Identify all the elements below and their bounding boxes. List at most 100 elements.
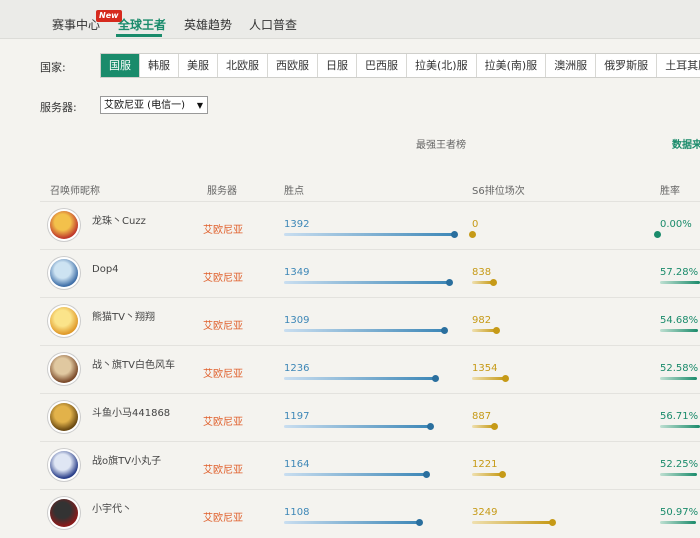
lp-bar-dot [446,279,453,286]
active-tab-indicator [116,34,162,37]
lp-value: 1108 [284,507,310,518]
games-bar-dot [490,279,497,286]
lp-bar-dot [427,423,434,430]
games-bar-dot [502,375,509,382]
player-name[interactable]: Dop4 [92,263,182,277]
country-tab-3[interactable]: 北欧服 [218,54,268,77]
country-tab-8[interactable]: 拉美(南)服 [477,54,547,77]
winrate-bar [660,281,700,284]
server-label: 服务器: [40,101,77,114]
lp-value: 1392 [284,219,310,230]
country-tab-9[interactable]: 澳洲服 [546,54,597,77]
table-row[interactable]: 战丶旗TV白色风车艾欧尼亚 1236 1354 52.58% [40,345,700,394]
lp-bar-dot [432,375,439,382]
games-bar-dot [499,471,506,478]
server-select[interactable]: 艾欧尼亚 (电信一) ▼ [100,96,208,114]
player-server: 艾欧尼亚 [203,417,243,428]
winrate-value: 52.58% [660,363,699,374]
lp-value: 1349 [284,267,310,278]
lp-bar [284,473,426,476]
country-tab-0[interactable]: 国服 [101,54,140,77]
table-row[interactable]: 小宇代丶艾欧尼亚 1108 3249 50.97% [40,489,700,538]
country-tab-4[interactable]: 西欧服 [268,54,318,77]
player-server: 艾欧尼亚 [203,273,243,284]
country-tab-5[interactable]: 日服 [318,54,357,77]
player-name[interactable]: 战o旗TV小丸子 [92,455,182,469]
country-tab-7[interactable]: 拉美(北)服 [407,54,477,77]
lp-bar [284,377,435,380]
lp-value: 1164 [284,459,310,470]
tab-events[interactable]: 赛事中心 [52,16,100,33]
country-tab-11[interactable]: 土耳其服 [657,54,700,77]
player-name[interactable]: 斗鱼小马441868 [92,407,182,421]
winrate-value: 54.68% [660,315,699,326]
games-value: 838 [472,267,492,278]
avatar[interactable] [50,499,78,527]
games-value: 1354 [472,363,498,374]
lp-bar [284,521,419,524]
player-name[interactable]: 小宇代丶 [92,503,182,517]
games-bar-dot [549,519,556,526]
country-label: 国家: [40,61,66,74]
table-row[interactable]: 熊猫TV丶翔翔 艾欧尼亚 1309 982 54.68% [40,297,700,346]
games-bar [472,377,505,380]
winrate-value: 0.00% [660,219,692,230]
table-row[interactable]: 龙珠丶Cuzz 艾欧尼亚 1392 0 0.00% [40,201,700,250]
table-row[interactable]: 斗鱼小马441868 艾欧尼亚 1197 887 56.71% [40,393,700,442]
col-header-games: S6排位场次 [472,186,525,197]
winrate-value: 52.25% [660,459,699,470]
avatar[interactable] [50,211,78,239]
avatar[interactable] [50,403,78,431]
country-tab-2[interactable]: 美服 [179,54,218,77]
winrate-bar [660,521,696,524]
data-source-link[interactable]: 数据来 [672,136,700,151]
winrate-value: 57.28% [660,267,699,278]
table-row[interactable]: Dop4 艾欧尼亚 1349 838 57.28% [40,249,700,298]
player-name[interactable]: 战丶旗TV白色风车 [92,359,182,373]
avatar[interactable] [50,307,78,335]
tab-census[interactable]: 人口普查 [249,16,297,33]
avatar[interactable] [50,355,78,383]
avatar[interactable] [50,451,78,479]
player-name[interactable]: 熊猫TV丶翔翔 [92,311,182,325]
winrate-bar [660,425,700,428]
col-header-winrate: 胜率 [660,186,680,197]
winrate-bar [660,473,697,476]
country-tabs: 国服韩服美服北欧服西欧服日服巴西服拉美(北)服拉美(南)服澳洲服俄罗斯服土耳其服 [100,53,700,78]
games-value: 1221 [472,459,498,470]
winrate-value: 56.71% [660,411,699,422]
country-tab-10[interactable]: 俄罗斯服 [596,54,658,77]
lp-bar [284,425,430,428]
player-server: 艾欧尼亚 [203,513,243,524]
table-row[interactable]: 战o旗TV小丸子艾欧尼亚 1164 1221 52.25% [40,441,700,490]
country-tab-6[interactable]: 巴西服 [357,54,407,77]
lp-bar [284,281,449,284]
top-nav: 赛事中心 New 全球王者 英雄趋势 人口普查 [0,0,700,39]
lp-value: 1236 [284,363,310,374]
player-server: 艾欧尼亚 [203,225,243,236]
player-server: 艾欧尼亚 [203,369,243,380]
tab-global-challenger[interactable]: 全球王者 [118,16,166,33]
server-select-value: 艾欧尼亚 (电信一) [104,100,185,111]
player-name[interactable]: 龙珠丶Cuzz [92,215,182,229]
col-header-lp: 胜点 [284,186,304,197]
lp-bar-dot [441,327,448,334]
country-tab-1[interactable]: 韩服 [140,54,179,77]
lp-value: 1309 [284,315,310,326]
col-header-name: 召唤师昵称 [50,186,100,197]
games-bar-dot [491,423,498,430]
player-server: 艾欧尼亚 [203,321,243,332]
tab-hero-trends[interactable]: 英雄趋势 [184,16,232,33]
lp-bar-dot [423,471,430,478]
games-value: 887 [472,411,492,422]
player-server: 艾欧尼亚 [203,465,243,476]
winrate-value: 50.97% [660,507,699,518]
avatar[interactable] [50,259,78,287]
games-value: 3249 [472,507,498,518]
winrate-bar-dot [654,231,661,238]
ranking-title: 最强王者榜 [416,140,466,151]
winrate-bar [660,377,697,380]
lp-bar [284,233,454,236]
games-bar-dot [469,231,476,238]
lp-bar-dot [451,231,458,238]
